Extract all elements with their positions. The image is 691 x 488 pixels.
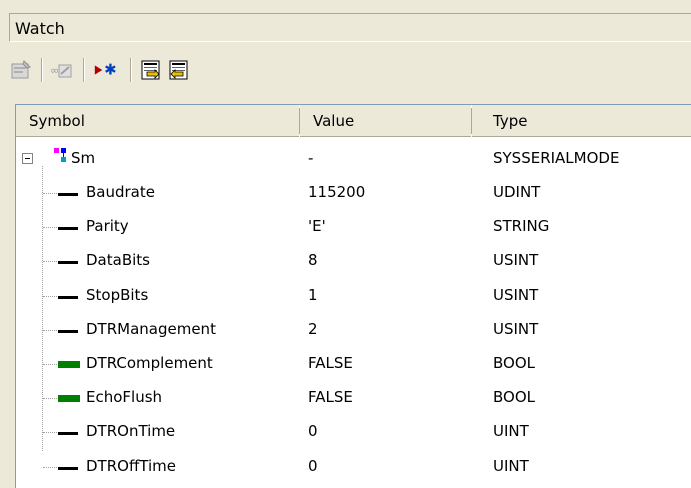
type-cell: UINT bbox=[493, 422, 529, 441]
value-cell[interactable]: 0 bbox=[308, 457, 318, 475]
tree-branch-line bbox=[43, 364, 57, 365]
symbol-cell: DataBits bbox=[86, 251, 150, 270]
tree-branch-line bbox=[43, 295, 57, 297]
table-row[interactable]: Baudrate 115200 UDINT bbox=[16, 176, 691, 210]
watch-toolbar: ∞ ✱ bbox=[0, 52, 691, 92]
type-cell: USINT bbox=[493, 285, 539, 304]
tree-branch-line bbox=[43, 466, 57, 468]
numeric-variable-icon bbox=[58, 295, 78, 299]
type-cell: UINT bbox=[493, 456, 529, 475]
symbol-cell: Baudrate bbox=[86, 183, 155, 201]
symbol-cell: Sm bbox=[71, 149, 96, 167]
type-cell: BOOL bbox=[493, 354, 535, 372]
column-header-value[interactable]: Value bbox=[300, 105, 471, 137]
svg-text:∞: ∞ bbox=[50, 64, 59, 77]
svg-text:✱: ✱ bbox=[104, 61, 117, 79]
table-row[interactable]: DTROffTime 0 UINT bbox=[16, 450, 691, 484]
watch-panel-title: Watch bbox=[9, 13, 691, 42]
value-cell[interactable]: 2 bbox=[308, 320, 318, 338]
value-cell[interactable]: 8 bbox=[308, 251, 318, 269]
tree-branch-line bbox=[43, 432, 57, 434]
column-header-symbol[interactable]: Symbol bbox=[16, 105, 299, 137]
symbol-cell: DTROnTime bbox=[86, 422, 176, 441]
table-row[interactable]: DataBits 8 USINT bbox=[16, 244, 691, 278]
value-cell[interactable]: 1 bbox=[308, 286, 318, 304]
bool-variable-icon bbox=[58, 361, 80, 368]
bool-variable-icon bbox=[58, 395, 80, 403]
numeric-variable-icon bbox=[58, 227, 78, 231]
column-header-type[interactable]: Type bbox=[472, 105, 691, 137]
type-cell: STRING bbox=[493, 217, 550, 236]
numeric-variable-icon bbox=[58, 261, 78, 265]
column-header-value-label: Value bbox=[313, 112, 355, 130]
numeric-variable-icon bbox=[58, 432, 78, 436]
value-cell[interactable]: FALSE bbox=[308, 388, 353, 406]
toolbar-separator bbox=[130, 58, 132, 82]
tree-branch-line bbox=[43, 261, 57, 263]
numeric-variable-icon bbox=[58, 466, 78, 470]
numeric-variable-icon bbox=[58, 193, 78, 196]
numeric-variable-icon bbox=[58, 329, 78, 333]
value-cell[interactable]: 115200 bbox=[308, 183, 365, 201]
symbol-cell: StopBits bbox=[86, 285, 149, 304]
collapse-icon[interactable] bbox=[22, 153, 33, 164]
watch-title-text: Watch bbox=[15, 19, 65, 38]
toolbar-separator bbox=[83, 58, 85, 82]
struct-icon bbox=[54, 146, 70, 168]
type-cell: SYSSERIALMODE bbox=[493, 149, 620, 167]
symbol-cell: DTRManagement bbox=[86, 319, 216, 338]
tree-branch-line bbox=[43, 329, 57, 331]
edit-icon[interactable]: ∞ bbox=[47, 56, 75, 84]
tree-branch-line bbox=[43, 398, 57, 400]
type-cell: USINT bbox=[493, 319, 539, 338]
column-header-type-label: Type bbox=[493, 112, 528, 130]
value-cell: - bbox=[308, 149, 314, 167]
table-row[interactable]: DTRComplement FALSE BOOL bbox=[16, 347, 691, 381]
properties-icon[interactable] bbox=[7, 56, 35, 84]
import-icon[interactable] bbox=[137, 56, 165, 84]
value-cell[interactable]: FALSE bbox=[308, 354, 353, 372]
run-to-icon[interactable]: ✱ bbox=[92, 56, 120, 84]
watch-grid: Symbol Value Type Sm - SYSSERIALMODE Bau… bbox=[15, 104, 691, 488]
toolbar-separator bbox=[41, 58, 43, 82]
table-row[interactable]: Parity 'E' STRING bbox=[16, 210, 691, 244]
table-row[interactable]: EchoFlush FALSE BOOL bbox=[16, 381, 691, 415]
tree-branch-line bbox=[43, 227, 57, 229]
type-cell: UDINT bbox=[493, 183, 541, 201]
tree-branch-line bbox=[43, 193, 57, 194]
column-header-symbol-label: Symbol bbox=[29, 112, 85, 130]
table-row[interactable]: DTRManagement 2 USINT bbox=[16, 313, 691, 347]
table-row[interactable]: StopBits 1 USINT bbox=[16, 279, 691, 313]
export-icon[interactable] bbox=[165, 56, 193, 84]
type-cell: USINT bbox=[493, 251, 539, 270]
table-row-root[interactable]: Sm - SYSSERIALMODE bbox=[16, 142, 691, 176]
value-cell[interactable]: 'E' bbox=[308, 217, 326, 235]
value-cell[interactable]: 0 bbox=[308, 422, 318, 440]
symbol-cell: DTRComplement bbox=[86, 354, 213, 372]
symbol-cell: EchoFlush bbox=[86, 388, 163, 407]
symbol-cell: Parity bbox=[86, 217, 129, 236]
type-cell: BOOL bbox=[493, 388, 535, 407]
symbol-cell: DTROffTime bbox=[86, 456, 176, 475]
table-row[interactable]: DTROnTime 0 UINT bbox=[16, 415, 691, 449]
